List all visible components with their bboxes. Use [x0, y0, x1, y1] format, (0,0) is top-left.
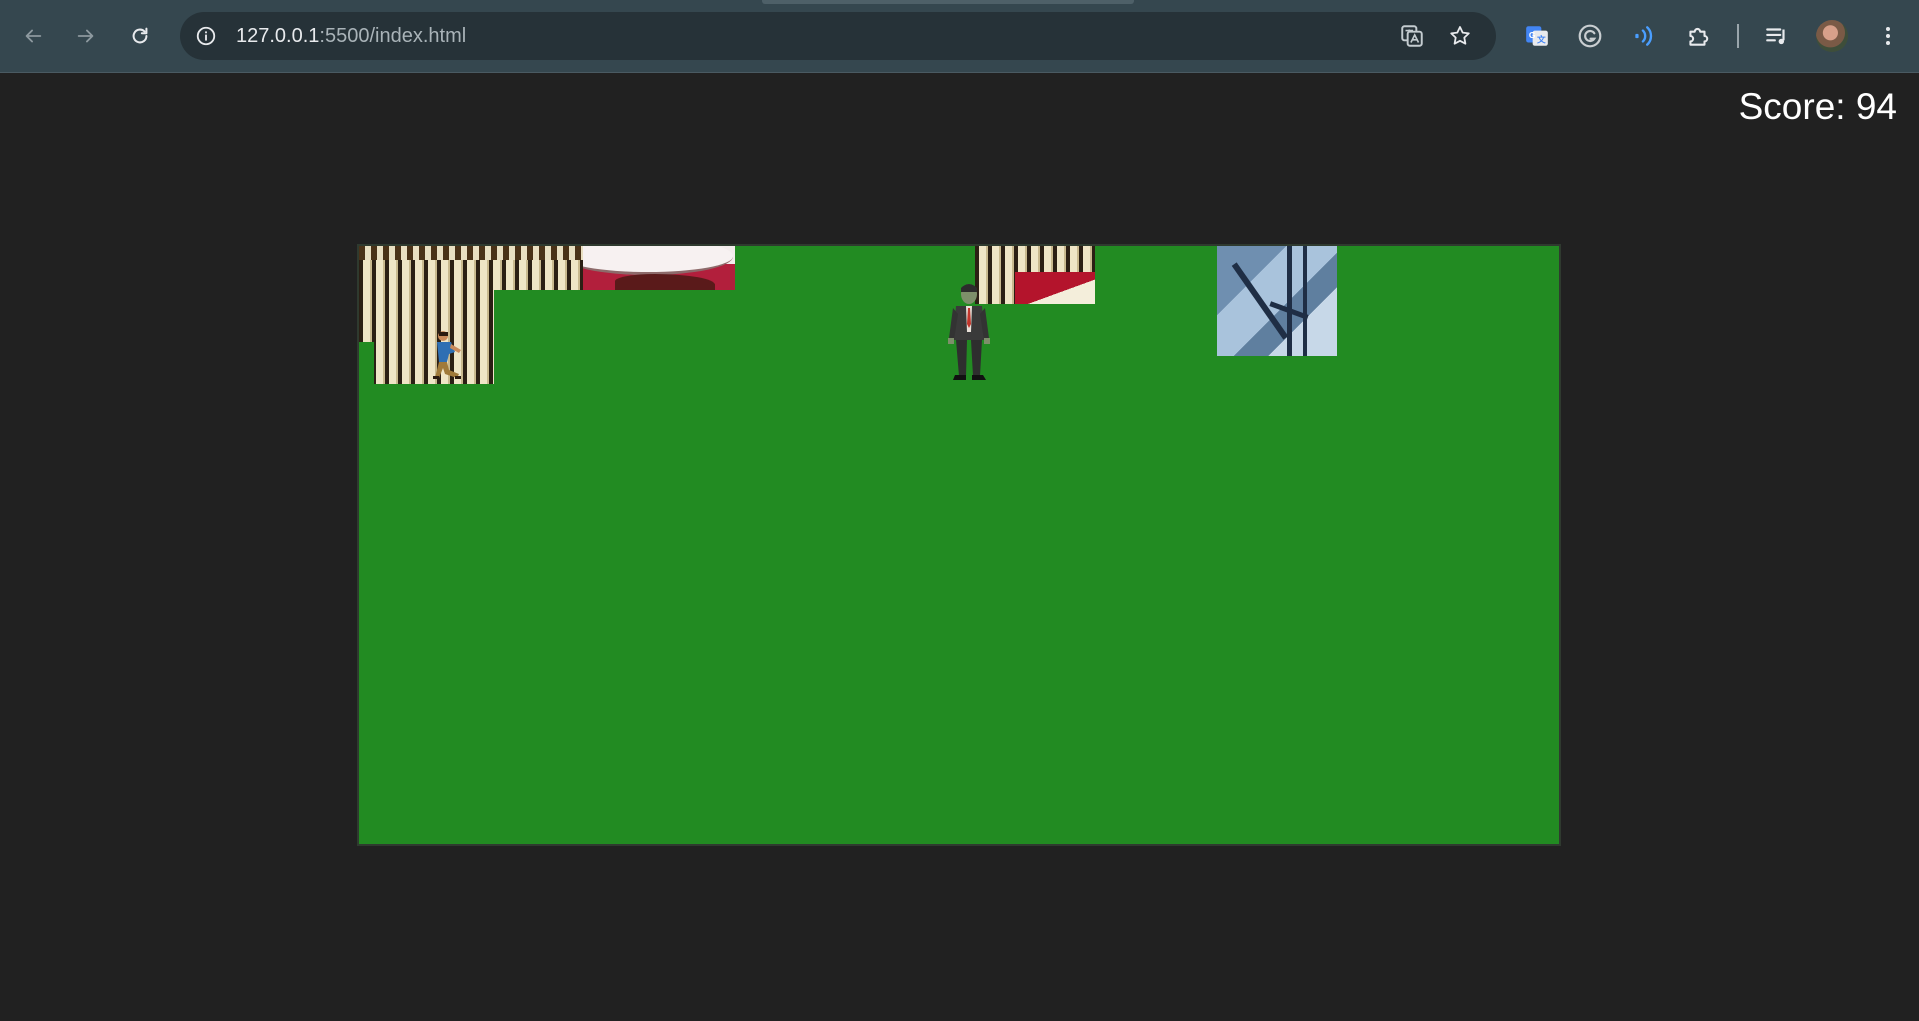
- media-queue-icon[interactable]: [1761, 20, 1793, 52]
- forward-button[interactable]: [68, 18, 104, 54]
- player-character: [948, 284, 990, 380]
- google-translate-icon[interactable]: G 文: [1521, 20, 1553, 52]
- url-path: :5500/index.html: [319, 25, 467, 47]
- reload-icon: [132, 27, 148, 44]
- svg-text:G: G: [1529, 30, 1536, 40]
- kebab-menu-icon[interactable]: [1872, 20, 1904, 52]
- revealed-tile: [359, 290, 494, 384]
- back-button[interactable]: [15, 18, 51, 54]
- url-text[interactable]: 127.0.0.1:5500/index.html: [236, 25, 466, 47]
- url-host: 127.0.0.1: [236, 25, 320, 47]
- browser-toolbar: 127.0.0.1:5500/index.html G 文: [0, 0, 1919, 73]
- profile-avatar[interactable]: [1816, 20, 1848, 52]
- svg-text:文: 文: [1536, 34, 1546, 45]
- star-icon[interactable]: [1446, 22, 1474, 50]
- game-board[interactable]: [357, 244, 1561, 846]
- active-tab-edge: [762, 0, 1134, 4]
- score-display: Score: 94: [1738, 86, 1897, 127]
- revealed-tile: [1217, 246, 1337, 356]
- translate-icon[interactable]: [1398, 22, 1426, 50]
- info-icon[interactable]: [194, 24, 218, 48]
- address-bar[interactable]: 127.0.0.1:5500/index.html: [180, 12, 1496, 60]
- arrow-right-icon: [77, 29, 94, 43]
- revealed-tile: [583, 246, 735, 290]
- sound-waves-icon[interactable]: [1628, 20, 1660, 52]
- arrow-left-icon: [25, 29, 42, 43]
- reload-button[interactable]: [122, 18, 158, 54]
- toolbar-divider: [1737, 24, 1739, 48]
- grammarly-icon[interactable]: [1574, 20, 1606, 52]
- puzzle-icon[interactable]: [1682, 20, 1714, 52]
- hero-figure: [433, 331, 461, 379]
- revealed-tile: [359, 246, 583, 290]
